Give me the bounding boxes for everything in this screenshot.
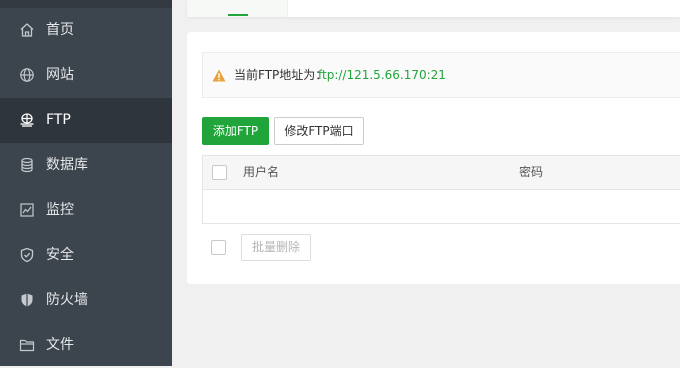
sidebar-item-label: FTP [46,112,71,128]
sidebar-item-label: 防火墙 [46,292,88,308]
sidebar-item-database[interactable]: 数据库 [0,143,172,188]
sidebar-item-files[interactable]: 文件 [0,323,172,368]
ftp-address-bar: 当前FTP地址为： ftp://121.5.66.170:21 [202,52,680,98]
select-all-checkbox[interactable] [212,165,227,180]
ftp-address-label: 当前FTP地址为： [234,68,328,82]
warning-icon [212,69,226,82]
shield-icon [19,247,35,263]
sidebar-item-label: 监控 [46,202,74,218]
table-body [203,190,680,223]
sidebar-item-monitor[interactable]: 监控 [0,188,172,233]
ftp-address-value: ftp://121.5.66.170:21 [318,68,446,82]
folder-icon [19,337,35,353]
batch-delete-button[interactable]: 批量删除 [241,234,311,261]
firewall-icon [19,292,35,308]
sidebar-item-ftp[interactable]: FTP [0,98,172,143]
table-header: 用户名 密码 [203,156,680,190]
ftp-table: 用户名 密码 [202,155,680,224]
ftp-panel: 当前FTP地址为： ftp://121.5.66.170:21 添加FTP 修改… [187,32,680,284]
tab-active-indicator [228,14,248,16]
sidebar-item-website[interactable]: 网站 [0,53,172,98]
sidebar-item-security[interactable]: 安全 [0,233,172,278]
sidebar-item-label: 文件 [46,337,74,353]
sidebar-item-label: 安全 [46,247,74,263]
sidebar-item-label: 数据库 [46,157,88,173]
sidebar-top-edge [0,0,172,8]
column-header-username: 用户名 [243,165,280,179]
sidebar-item-firewall[interactable]: 防火墙 [0,278,172,323]
monitor-icon [19,202,35,218]
globe-icon [19,67,35,83]
tab-active[interactable] [187,0,288,17]
sidebar-item-home[interactable]: 首页 [0,8,172,53]
sidebar-item-label: 首页 [46,22,74,38]
add-ftp-button[interactable]: 添加FTP [202,117,269,145]
database-icon [19,157,35,173]
column-header-password: 密码 [519,165,544,179]
sidebar: 首页 网站 FTP 数据库 监控 安全 防火墙 文件 [0,0,172,366]
home-icon [19,22,35,38]
tab-strip [187,0,680,17]
batch-select-checkbox[interactable] [211,240,226,255]
ftp-icon [19,112,35,128]
modify-ftp-port-button[interactable]: 修改FTP端口 [274,117,364,145]
sidebar-item-label: 网站 [46,67,74,83]
